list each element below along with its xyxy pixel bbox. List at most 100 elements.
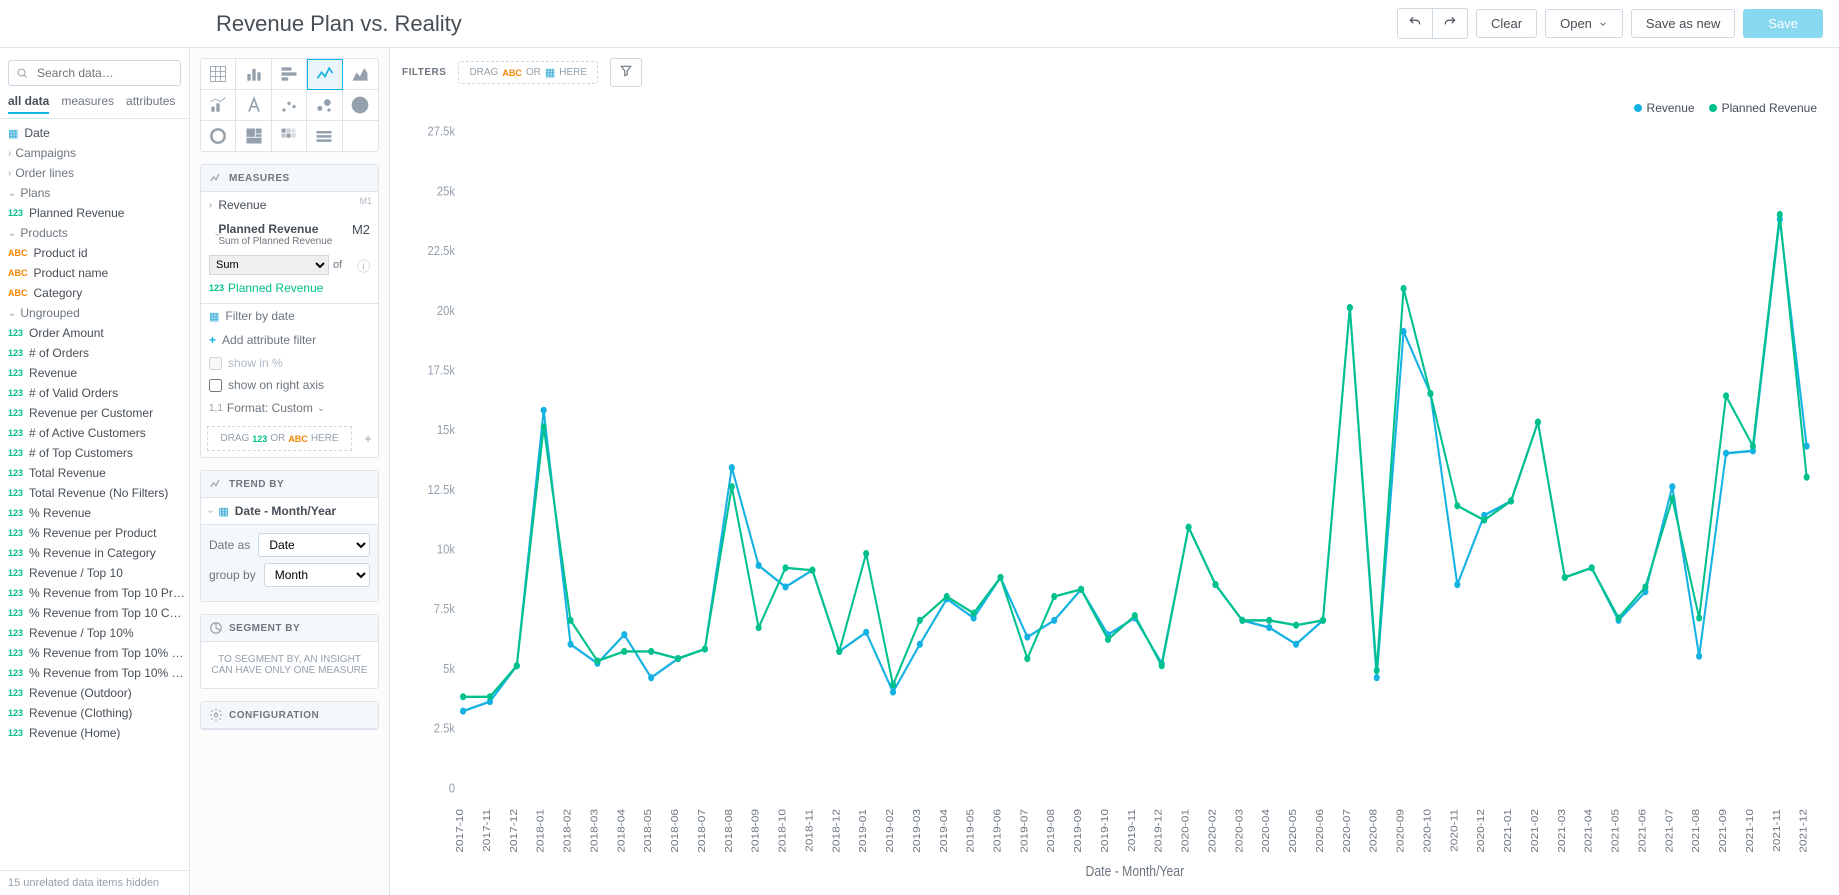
segment-message: TO SEGMENT BY, AN INSIGHT CAN HAVE ONLY … [201,642,378,688]
viz-treemap[interactable] [236,121,271,152]
configuration-section[interactable]: CONFIGURATION [200,701,379,730]
search-input[interactable] [8,60,181,86]
date-as-select[interactable]: Date [258,533,370,557]
trend-field[interactable]: › ▦ Date - Month/Year [201,498,378,525]
data-item[interactable]: 123% Revenue from Top 10 C… [0,603,189,623]
viz-geo[interactable] [343,121,378,152]
data-item[interactable]: 123Total Revenue (No Filters) [0,483,189,503]
gear-icon [209,708,223,722]
svg-text:2017-12: 2017-12 [509,809,520,853]
redo-button[interactable] [1433,8,1468,39]
viz-pie[interactable] [343,90,378,121]
viz-area[interactable] [343,59,378,90]
data-item[interactable]: ABCProduct name [0,263,189,283]
svg-text:2021-01: 2021-01 [1503,809,1514,853]
viz-donut[interactable] [201,121,236,152]
measure-field-chip[interactable]: 123 Planned Revenue [209,281,370,295]
show-percent-toggle[interactable]: show in % [201,352,378,374]
data-group[interactable]: ›Campaigns [0,143,189,163]
calendar-icon: ▦ [545,66,555,79]
viz-table[interactable] [201,59,236,90]
data-item[interactable]: 123Revenue (Home) [0,723,189,743]
data-item[interactable]: 123Revenue [0,363,189,383]
tab-measures[interactable]: measures [61,94,114,114]
data-item[interactable]: 123% Revenue from Top 10% … [0,643,189,663]
svg-text:2020-07: 2020-07 [1342,809,1353,853]
legend-revenue[interactable]: Revenue [1634,101,1695,115]
help-icon[interactable]: ⓘ [357,256,370,275]
svg-text:2020-06: 2020-06 [1315,809,1326,853]
data-item[interactable]: 123Revenue / Top 10 [0,563,189,583]
viz-combo[interactable] [201,90,236,121]
tab-attributes[interactable]: attributes [126,94,175,114]
filter-button[interactable] [610,58,642,87]
legend-planned[interactable]: Planned Revenue [1709,101,1817,115]
data-group[interactable]: ⌄Products [0,223,189,243]
add-measure-button[interactable]: + [358,431,378,446]
open-button[interactable]: Open [1545,9,1623,38]
svg-text:27.5k: 27.5k [428,124,456,139]
svg-text:2021-07: 2021-07 [1664,809,1675,853]
data-item[interactable]: ABCProduct id [0,243,189,263]
number-icon: 123 [252,434,267,444]
viz-headline[interactable] [236,90,271,121]
data-item[interactable]: 123Total Revenue [0,463,189,483]
format-icon: 1,1 [209,403,223,414]
catalog-tabs: all data measures attributes [0,94,189,119]
data-item[interactable]: 123% Revenue in Category [0,543,189,563]
chevron-down-icon[interactable]: › [198,233,223,236]
viz-bullet[interactable] [307,121,342,152]
data-item[interactable]: 123# of Active Customers [0,423,189,443]
data-item[interactable]: 123% Revenue from Top 10% … [0,663,189,683]
legend-dot-icon [1634,104,1642,112]
save-button[interactable]: Save [1743,9,1823,38]
data-item[interactable]: 123Revenue (Clothing) [0,703,189,723]
data-item[interactable]: 123Revenue (Outdoor) [0,683,189,703]
viz-bubble[interactable] [307,90,342,121]
measures-icon [209,171,223,185]
add-attribute-filter[interactable]: + Add attribute filter [201,328,378,352]
viz-heatmap[interactable] [272,121,307,152]
data-item[interactable]: 123# of Orders [0,343,189,363]
measure-drop-zone[interactable]: DRAG 123 OR ABC HERE [207,426,352,451]
aggregation-select[interactable]: Sum [209,255,329,275]
viz-scatter[interactable] [272,90,307,121]
data-item-date[interactable]: ▦Date [0,123,189,143]
plus-icon: + [209,333,216,347]
chevron-down-icon: › [205,510,216,513]
data-item[interactable]: 123% Revenue [0,503,189,523]
svg-text:2019-06: 2019-06 [992,809,1003,853]
data-item[interactable]: 123% Revenue from Top 10 Pr… [0,583,189,603]
data-item[interactable]: 123# of Top Customers [0,443,189,463]
data-item[interactable]: 123% Revenue per Product [0,523,189,543]
data-item[interactable]: ABCCategory [0,283,189,303]
svg-text:2017-11: 2017-11 [482,809,493,852]
data-group[interactable]: ›Order lines [0,163,189,183]
data-group[interactable]: ⌄Plans [0,183,189,203]
config-panel: MEASURES › Revenue M1 › Planned Revenue … [190,48,390,895]
filter-by-date[interactable]: ▦ Filter by date [201,304,378,328]
app-header: Revenue Plan vs. Reality Clear Open Save… [0,0,1839,48]
format-row[interactable]: 1,1 Format: Custom ⌄ [201,396,378,420]
viz-line[interactable] [307,59,342,90]
viz-bar[interactable] [272,59,307,90]
svg-text:10k: 10k [437,542,456,557]
group-by-select[interactable]: Month [264,563,370,587]
data-item[interactable]: 123Order Amount [0,323,189,343]
clear-button[interactable]: Clear [1476,9,1537,38]
data-item[interactable]: 123Planned Revenue [0,203,189,223]
show-right-axis-toggle[interactable]: show on right axis [201,374,378,396]
measure-m1[interactable]: › Revenue M1 [201,192,378,218]
data-item[interactable]: 123# of Valid Orders [0,383,189,403]
filter-drop-zone[interactable]: DRAG ABC OR ▦ HERE [458,61,598,84]
data-item[interactable]: 123Revenue / Top 10% [0,623,189,643]
data-item[interactable]: 123Revenue per Customer [0,403,189,423]
viz-column[interactable] [236,59,271,90]
data-group[interactable]: ⌄Ungrouped [0,303,189,323]
tab-all-data[interactable]: all data [8,94,49,114]
trend-by-header: TREND BY [201,471,378,498]
save-as-new-button[interactable]: Save as new [1631,9,1735,38]
undo-button[interactable] [1397,8,1433,39]
funnel-icon [619,64,633,78]
svg-text:2021-09: 2021-09 [1718,809,1729,853]
